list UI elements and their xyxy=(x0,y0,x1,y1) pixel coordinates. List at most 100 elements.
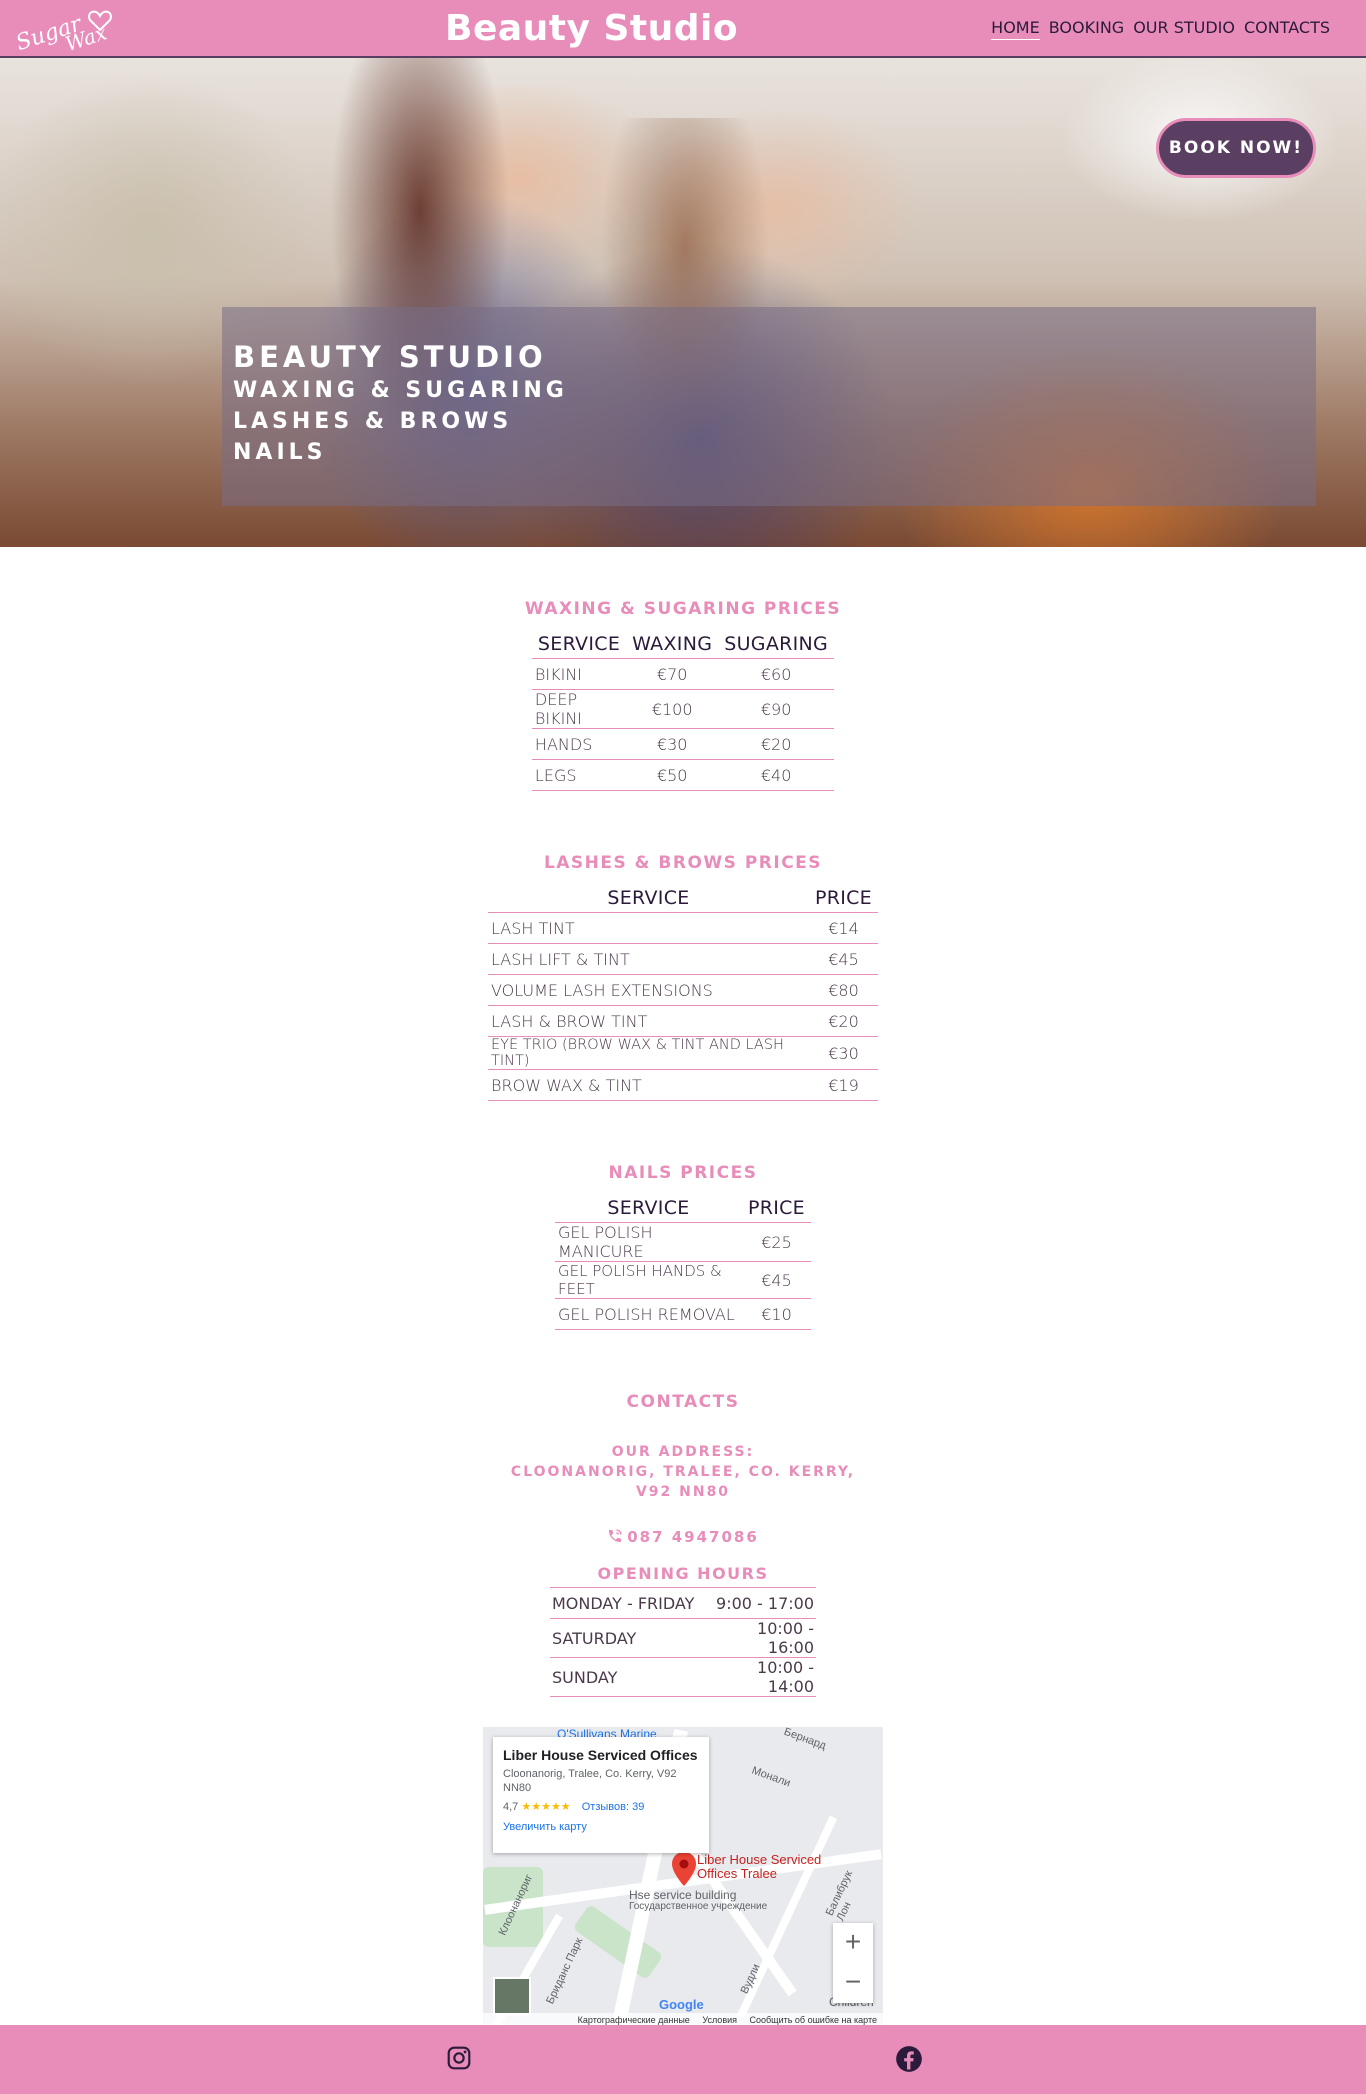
map-info-card: Liber House Serviced Offices ... Cloonan… xyxy=(493,1737,709,1853)
price-cell: €19 xyxy=(808,1069,878,1101)
col-service: SERVICE xyxy=(531,627,627,659)
map-place-hse[interactable]: Hse service building Государственное учр… xyxy=(629,1889,767,1913)
day-cell: SATURDAY xyxy=(550,1618,710,1658)
map-zoom-controls: + − xyxy=(833,1923,873,2003)
map-card-reviews-link[interactable]: Отзывов: 39 xyxy=(582,1801,645,1813)
col-waxing: WAXING xyxy=(626,627,719,659)
google-logo: Google xyxy=(659,1997,704,2012)
service-cell: GEL POLISH MANICURE xyxy=(555,1222,742,1262)
google-map[interactable]: O'Sullivans Marine Бернард Монали Клоона… xyxy=(483,1727,883,2027)
hero-line-lashes: LASHES & BROWS xyxy=(233,409,513,434)
table-row: DEEP BIKINI €100 €90 xyxy=(531,689,835,729)
table-row: GEL POLISH MANICURE €25 xyxy=(555,1222,811,1262)
day-cell: MONDAY - FRIDAY xyxy=(550,1587,710,1619)
sugar-wax-logo[interactable]: Sugar Wax xyxy=(13,2,124,56)
service-cell: LASH & BROW TINT xyxy=(488,1005,809,1037)
time-cell: 10:00 - 16:00 xyxy=(710,1618,816,1658)
map-pin-label[interactable]: Liber House Serviced Offices Tralee xyxy=(697,1853,827,1881)
opening-hours-title: OPENING HOURS xyxy=(550,1564,816,1588)
address-line-2: V92 NN80 xyxy=(635,1484,731,1500)
nav-our-studio[interactable]: OUR STUDIO xyxy=(1133,18,1235,40)
service-cell: BIKINI xyxy=(531,658,627,690)
time-cell: 9:00 - 17:00 xyxy=(710,1587,816,1619)
table-header-row: SERVICE WAXING SUGARING xyxy=(531,627,835,659)
price-cell: €70 xyxy=(626,658,719,690)
lashes-prices-title: LASHES & BROWS PRICES xyxy=(543,853,823,873)
map-terms-link[interactable]: Условия xyxy=(702,2015,737,2025)
col-service: SERVICE xyxy=(488,881,809,913)
price-cell: €20 xyxy=(718,728,835,760)
price-cell: €20 xyxy=(808,1005,878,1037)
service-cell: VOLUME LASH EXTENSIONS xyxy=(488,974,809,1006)
nav-booking[interactable]: BOOKING xyxy=(1049,18,1124,40)
table-row: EYE TRIO (BROW WAX & TINT AND LASH TINT)… xyxy=(488,1036,878,1070)
site-header: Sugar Wax Beauty Studio HOME BOOKING OUR… xyxy=(0,0,1366,58)
table-row: GEL POLISH HANDS & FEET €45 xyxy=(555,1261,811,1299)
price-cell: €10 xyxy=(741,1298,811,1330)
contacts-section: CONTACTS OUR ADDRESS: CLOONANORIG, TRALE… xyxy=(0,1392,1366,1697)
map-report-link[interactable]: Сообщить об ошибке на карте xyxy=(750,2015,877,2025)
price-cell: €50 xyxy=(626,759,719,791)
hero-banner: BOOK NOW! BEAUTY STUDIO WAXING & SUGARIN… xyxy=(0,58,1366,547)
map-card-rating: 4,7 xyxy=(503,1801,519,1813)
map-place-hse-name: Hse service building xyxy=(629,1888,737,1902)
table-row: SUNDAY 10:00 - 14:00 xyxy=(550,1657,816,1697)
price-cell: €40 xyxy=(718,759,835,791)
price-cell: €60 xyxy=(718,658,835,690)
table-row: VOLUME LASH EXTENSIONS €80 xyxy=(488,974,878,1006)
hero-line-waxing: WAXING & SUGARING xyxy=(233,378,568,403)
table-row: HANDS €30 €20 xyxy=(531,728,835,760)
map-card-rating-row: 4,7 ★★★★★ Отзывов: 39 xyxy=(503,1800,699,1813)
map-pin-icon[interactable] xyxy=(671,1852,697,1891)
map-street-label: Бриданс Парк xyxy=(544,1936,586,2006)
price-cell: €30 xyxy=(626,728,719,760)
table-row: LASH & BROW TINT €20 xyxy=(488,1005,878,1037)
star-rating-icon: ★★★★★ xyxy=(521,1801,571,1813)
col-price: PRICE xyxy=(741,1191,811,1223)
col-price: PRICE xyxy=(808,881,878,913)
satellite-toggle[interactable] xyxy=(493,1977,531,2015)
col-service: SERVICE xyxy=(555,1191,742,1223)
hero-line-nails: NAILS xyxy=(233,440,327,465)
day-cell: SUNDAY xyxy=(550,1657,710,1697)
nails-prices-title: NAILS PRICES xyxy=(608,1163,758,1183)
hero-text: BEAUTY STUDIO WAXING & SUGARING LASHES &… xyxy=(233,339,568,468)
nav-contacts[interactable]: CONTACTS xyxy=(1244,18,1330,40)
address-label: OUR ADDRESS: xyxy=(611,1444,755,1460)
site-title: Beauty Studio xyxy=(445,8,739,49)
price-cell: €45 xyxy=(741,1261,811,1299)
phone-icon xyxy=(607,1528,627,1546)
service-cell: EYE TRIO (BROW WAX & TINT AND LASH TINT) xyxy=(488,1036,809,1070)
table-row: LASH LIFT & TINT €45 xyxy=(488,943,878,975)
main-nav: HOME BOOKING OUR STUDIO CONTACTS xyxy=(991,18,1330,40)
facebook-icon[interactable] xyxy=(895,2045,923,2077)
table-header-row: SERVICE PRICE xyxy=(488,881,878,913)
table-row: LASH TINT €14 xyxy=(488,912,878,944)
table-row: SATURDAY 10:00 - 16:00 xyxy=(550,1618,816,1658)
lashes-prices-table: SERVICE PRICE LASH TINT €14 LASH LIFT & … xyxy=(488,881,878,1101)
opening-hours-table: OPENING HOURS MONDAY - FRIDAY 9:00 - 17:… xyxy=(550,1564,816,1697)
price-cell: €30 xyxy=(808,1036,878,1070)
service-cell: GEL POLISH REMOVAL xyxy=(555,1298,742,1330)
price-cell: €90 xyxy=(718,689,835,729)
zoom-out-button[interactable]: − xyxy=(833,1963,873,2003)
table-row: BROW WAX & TINT €19 xyxy=(488,1069,878,1101)
waxing-prices-title: WAXING & SUGARING PRICES xyxy=(524,599,842,619)
map-enlarge-link[interactable]: Увеличить карту xyxy=(503,1821,699,1833)
instagram-icon[interactable] xyxy=(446,2045,472,2075)
nails-prices-table: SERVICE PRICE GEL POLISH MANICURE €25 GE… xyxy=(555,1191,811,1330)
map-place-hse-type: Государственное учреждение xyxy=(629,1901,768,1912)
map-street-label: Бернард xyxy=(782,1727,828,1753)
map-card-title: Liber House Serviced Offices ... xyxy=(503,1747,699,1763)
zoom-in-button[interactable]: + xyxy=(833,1923,873,1963)
contacts-title: CONTACTS xyxy=(626,1392,740,1412)
table-header-row: SERVICE PRICE xyxy=(555,1191,811,1223)
col-sugaring: SUGARING xyxy=(718,627,835,659)
map-card-address: Cloonanorig, Tralee, Co. Kerry, V92 NN80 xyxy=(503,1768,677,1794)
nav-home[interactable]: HOME xyxy=(991,18,1040,40)
table-row: GEL POLISH REMOVAL €10 xyxy=(555,1298,811,1330)
service-cell: HANDS xyxy=(531,728,627,760)
phone-link[interactable]: 087 4947086 xyxy=(0,1528,1366,1546)
book-now-button[interactable]: BOOK NOW! xyxy=(1156,118,1316,178)
map-data-link[interactable]: Картографические данные xyxy=(578,2015,690,2025)
